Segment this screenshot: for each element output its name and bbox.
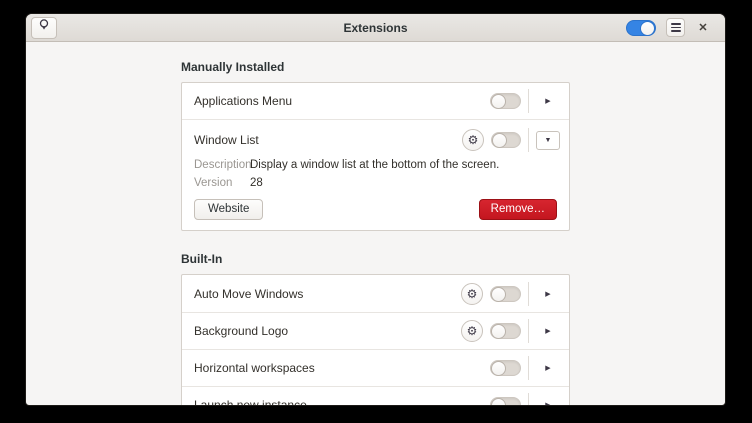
extension-row-auto-move-windows[interactable]: Auto Move Windows ⚙ ▶ — [182, 275, 569, 312]
extension-toggle[interactable] — [490, 286, 521, 302]
built-in-card: Auto Move Windows ⚙ ▶ Background Logo ⚙ — [181, 274, 570, 406]
extension-name: Applications Menu — [194, 94, 490, 108]
location-pin-icon — [37, 18, 51, 38]
content-area: Manually Installed Applications Menu ▶ W… — [26, 42, 725, 406]
extension-row-launch-new-instance[interactable]: Launch new instance ▶ — [182, 386, 569, 406]
extension-name: Auto Move Windows — [194, 287, 461, 301]
global-extensions-toggle[interactable] — [626, 20, 656, 36]
extension-row-applications-menu[interactable]: Applications Menu ▶ — [182, 83, 569, 119]
extension-toggle[interactable] — [490, 93, 521, 109]
close-button[interactable]: ✕ — [695, 20, 711, 36]
toggle-knob — [640, 21, 655, 36]
separator — [528, 282, 529, 306]
expander-arrow-icon[interactable]: ▶ — [545, 290, 550, 298]
extension-toggle[interactable] — [490, 397, 521, 407]
manually-installed-card: Applications Menu ▶ Window List ⚙ — [181, 82, 570, 231]
extension-toggle[interactable] — [490, 323, 521, 339]
settings-gear-button[interactable]: ⚙ — [461, 283, 483, 305]
settings-gear-button[interactable]: ⚙ — [461, 320, 483, 342]
extension-row-horizontal-workspaces[interactable]: Horizontal workspaces ▶ — [182, 349, 569, 386]
separator — [528, 89, 529, 113]
website-button[interactable]: Website — [194, 199, 263, 220]
extensions-window: Extensions ✕ Manually Installed Applicat… — [25, 13, 726, 406]
settings-gear-button[interactable]: ⚙ — [462, 129, 484, 151]
extension-toggle[interactable] — [490, 360, 521, 376]
extension-details: Description Display a window list at the… — [194, 158, 560, 190]
extension-name: Background Logo — [194, 324, 461, 338]
menu-button[interactable] — [666, 18, 685, 37]
version-label: Version — [194, 176, 250, 190]
section-label-manually-installed: Manually Installed — [181, 60, 570, 75]
titlebar-right-controls: ✕ — [626, 18, 711, 37]
extension-row-background-logo[interactable]: Background Logo ⚙ ▶ — [182, 312, 569, 349]
extension-row-window-list-expanded: Window List ⚙ ▼ Description Display a wi… — [182, 119, 569, 230]
expander-arrow-icon[interactable]: ▶ — [545, 97, 550, 105]
version-value: 28 — [250, 176, 557, 190]
separator — [528, 319, 529, 343]
extension-name: Window List — [194, 133, 462, 147]
collapse-dropdown-button[interactable]: ▼ — [536, 131, 560, 150]
expander-arrow-icon[interactable]: ▶ — [545, 401, 550, 407]
extension-name: Launch new instance — [194, 398, 490, 407]
hamburger-icon — [671, 23, 681, 32]
section-label-built-in: Built-In — [181, 252, 570, 267]
app-pin-button[interactable] — [31, 17, 57, 39]
separator — [528, 393, 529, 407]
window-title: Extensions — [26, 21, 725, 35]
separator — [528, 356, 529, 380]
description-value: Display a window list at the bottom of t… — [250, 158, 557, 172]
description-label: Description — [194, 158, 250, 172]
remove-button[interactable]: Remove… — [479, 199, 557, 220]
separator — [528, 128, 529, 152]
extension-toggle[interactable] — [491, 132, 521, 148]
extension-name: Horizontal workspaces — [194, 361, 490, 375]
expander-arrow-icon[interactable]: ▶ — [545, 327, 550, 335]
expander-arrow-icon[interactable]: ▶ — [545, 364, 550, 372]
titlebar: Extensions ✕ — [26, 14, 725, 42]
